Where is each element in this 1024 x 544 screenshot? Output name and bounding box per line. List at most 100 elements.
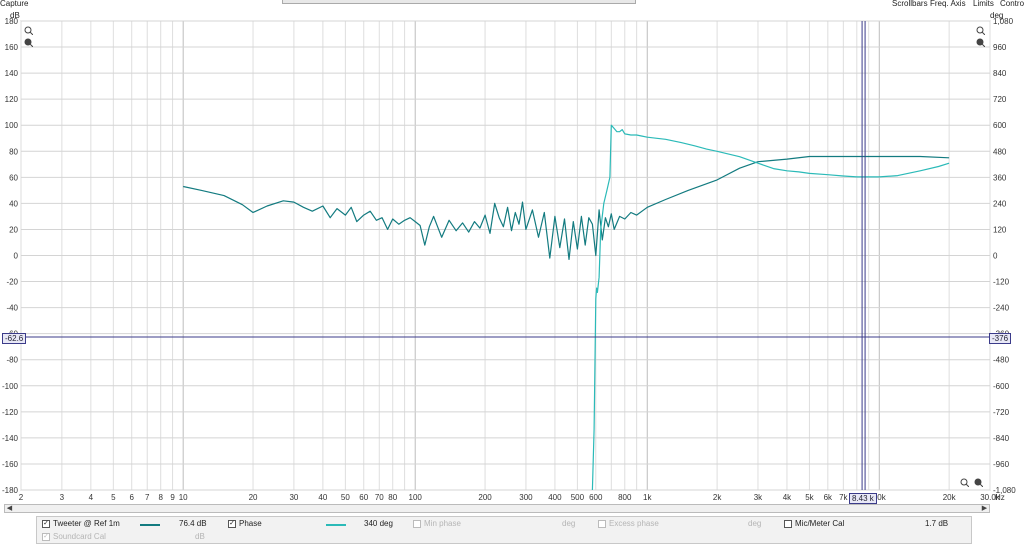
y2-tick-label: -840 xyxy=(993,434,1010,443)
x-tick-label: 20k xyxy=(943,493,957,502)
x-tick-label: 5k xyxy=(805,493,814,502)
x-tick-label: 70 xyxy=(375,493,384,502)
zoom-x-in-icon[interactable] xyxy=(960,478,969,487)
legend-excess-phase-label: Excess phase xyxy=(609,519,659,528)
x-tick-label: 50 xyxy=(341,493,350,502)
x-tick-label: 40 xyxy=(318,493,327,502)
x-tick-label: 5 xyxy=(111,493,116,502)
x-tick-label: 2k xyxy=(713,493,722,502)
y2-tick-label: 360 xyxy=(993,173,1007,182)
y2-tick-label: 0 xyxy=(993,252,998,261)
x-tick-label: 30 xyxy=(289,493,298,502)
y-tick-label: 180 xyxy=(5,17,19,26)
x-tick-label: 6k xyxy=(824,493,833,502)
y-tick-label: 80 xyxy=(9,147,18,156)
y2-tick-label: 600 xyxy=(993,121,1007,130)
y2-tick-label: -720 xyxy=(993,408,1010,417)
y-tick-label: -100 xyxy=(2,382,19,391)
x-tick-label: 500 xyxy=(571,493,585,502)
x-tick-label: 60 xyxy=(359,493,368,502)
x-tick-label: 200 xyxy=(478,493,492,502)
x-tick-label: 100 xyxy=(409,493,423,502)
x-tick-label: 3k xyxy=(754,493,763,502)
legend-mic-cal-value: 1.7 dB xyxy=(925,519,949,528)
phase-swatch xyxy=(326,524,346,526)
legend-tweeter-value: 76.4 dB xyxy=(179,519,207,528)
y-tick-label: -180 xyxy=(2,486,19,495)
x-tick-label: 8 xyxy=(158,493,163,502)
y2-tick-label: -600 xyxy=(993,382,1010,391)
y2-tick-label: -240 xyxy=(993,304,1010,313)
x-tick-label: 4 xyxy=(89,493,94,502)
legend-min-phase-value: deg xyxy=(562,519,576,528)
tick-layer: 180160140120100806040200-20-40-60-80-100… xyxy=(2,17,1016,502)
soundcard-cal-checkbox[interactable]: ✓ xyxy=(42,533,50,541)
cursor-right-readout[interactable]: -376 xyxy=(989,333,1012,344)
frequency-response-chart[interactable]: 180160140120100806040200-20-40-60-80-100… xyxy=(0,0,1024,516)
y-tick-label: -20 xyxy=(6,278,18,287)
legend-phase-value: 340 deg xyxy=(364,519,393,528)
y2-tick-label: -480 xyxy=(993,356,1010,365)
y2-tick-label: -120 xyxy=(993,278,1010,287)
zoom-in-icon[interactable] xyxy=(24,26,33,35)
zoom-out-icon[interactable] xyxy=(24,38,33,47)
phase-checkbox[interactable]: ✓ xyxy=(228,520,236,528)
legend-min-phase-label: Min phase xyxy=(424,519,461,528)
scroll-left-arrow[interactable]: ◀ xyxy=(5,505,14,512)
x-tick-label: 80 xyxy=(388,493,397,502)
y2-tick-label: 1,080 xyxy=(993,17,1014,26)
cursor-freq-readout[interactable]: 8.43 k xyxy=(849,493,877,504)
legend-excess-phase-value: deg xyxy=(748,519,762,528)
y2-tick-label: 120 xyxy=(993,225,1007,234)
x-tick-label: 3 xyxy=(60,493,65,502)
y2-tick-label: 240 xyxy=(993,199,1007,208)
y2-tick-label: 480 xyxy=(993,147,1007,156)
zoom-x-out-icon[interactable] xyxy=(974,478,983,487)
y-tick-label: -40 xyxy=(6,304,18,313)
x-tick-label: 6 xyxy=(129,493,134,502)
y2-tick-label: -960 xyxy=(993,460,1010,469)
y-tick-label: 160 xyxy=(5,43,19,52)
y-tick-label: 60 xyxy=(9,173,18,182)
mic-cal-checkbox[interactable] xyxy=(784,520,792,528)
x-tick-label: 800 xyxy=(618,493,632,502)
tweeter-checkbox[interactable]: ✓ xyxy=(42,520,50,528)
min-phase-checkbox[interactable] xyxy=(413,520,421,528)
zoom-out-right-icon[interactable] xyxy=(976,38,985,47)
x-unit-label: Hz xyxy=(995,493,1005,502)
y-tick-label: 140 xyxy=(5,69,19,78)
y-grid xyxy=(21,20,990,491)
scroll-right-arrow[interactable]: ▶ xyxy=(980,505,989,512)
tweeter-swatch xyxy=(140,524,160,526)
spl-series-line xyxy=(183,155,950,260)
x-tick-label: 300 xyxy=(519,493,533,502)
x-tick-label: 9 xyxy=(170,493,175,502)
y-tick-label: -140 xyxy=(2,434,19,443)
y2-tick-label: 840 xyxy=(993,69,1007,78)
x-tick-label: 7k xyxy=(839,493,848,502)
horizontal-scrollbar[interactable]: ◀ ▶ xyxy=(4,504,990,513)
x-tick-label: 20 xyxy=(249,493,258,502)
y-tick-label: 100 xyxy=(5,121,19,130)
legend-phase-label: Phase xyxy=(239,519,262,528)
x-tick-label: 400 xyxy=(548,493,562,502)
cursor-left-readout[interactable]: -62.6 xyxy=(2,333,27,344)
y-tick-label: 120 xyxy=(5,95,19,104)
legend-soundcard-value: dB xyxy=(195,532,205,541)
zoom-in-right-icon[interactable] xyxy=(976,26,985,35)
legend-tweeter-label: Tweeter @ Ref 1m xyxy=(53,519,120,528)
legend-panel: ✓ Tweeter @ Ref 1m 76.4 dB ✓ Phase 340 d… xyxy=(36,516,972,544)
y2-tick-label: 720 xyxy=(993,95,1007,104)
legend-mic-cal-label: Mic/Meter Cal xyxy=(795,519,845,528)
excess-phase-checkbox[interactable] xyxy=(598,520,606,528)
y-tick-label: 0 xyxy=(14,252,19,261)
x-tick-label: 10 xyxy=(179,493,188,502)
y-tick-label: 20 xyxy=(9,225,18,234)
legend-soundcard-label: Soundcard Cal xyxy=(53,532,106,541)
x-tick-label: 2 xyxy=(19,493,24,502)
x-tick-label: 1k xyxy=(643,493,652,502)
x-tick-label: 600 xyxy=(589,493,603,502)
y-tick-label: -120 xyxy=(2,408,19,417)
y-tick-label: -160 xyxy=(2,460,19,469)
x-tick-label: 4k xyxy=(783,493,792,502)
